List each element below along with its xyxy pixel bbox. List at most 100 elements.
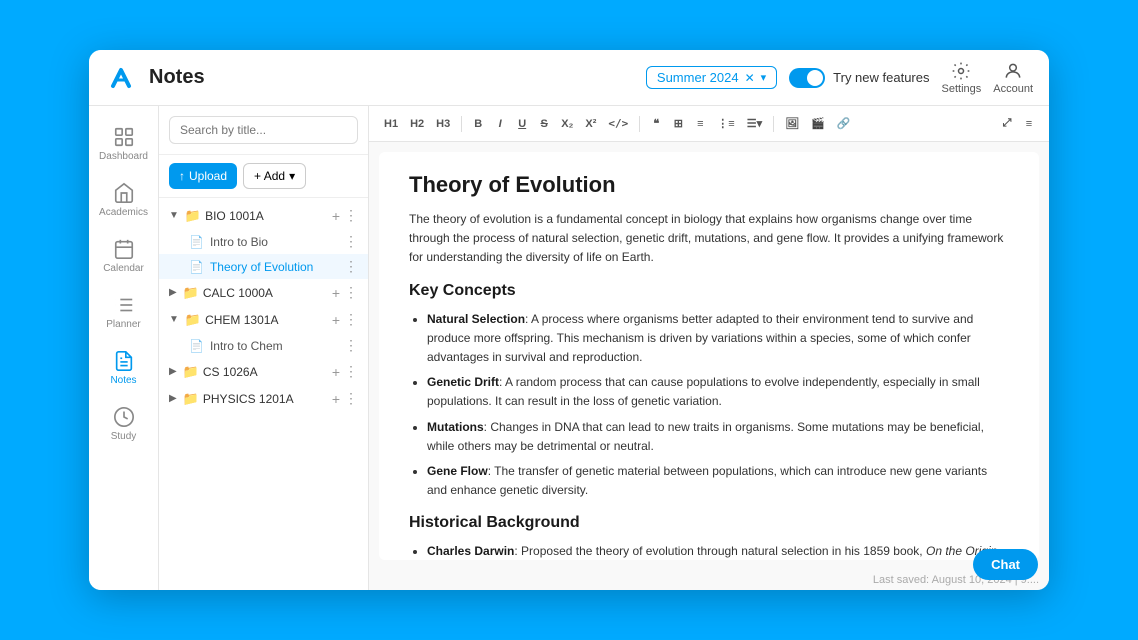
editor-area: H1 H2 H3 B I U S X₂ X² </> ❝ ⊞ ≡ ⋮≡ ☰▾ 🖼… (369, 106, 1049, 590)
folder-dots-icon[interactable]: ⋮ (344, 363, 358, 380)
toolbar-bullet-list-button[interactable]: ≡ (690, 115, 710, 133)
note-label: Intro to Bio (210, 235, 338, 249)
toolbar-image-button[interactable]: 🖼 (780, 114, 804, 133)
toolbar-align-button[interactable]: ☰▾ (742, 114, 767, 133)
toolbar-divider-2 (639, 116, 640, 132)
list-item: Charles Darwin: Proposed the theory of e… (427, 542, 1009, 560)
folder-dots-icon[interactable]: ⋮ (344, 311, 358, 328)
editor-content[interactable]: Theory of Evolution The theory of evolut… (379, 152, 1039, 560)
toolbar-divider-1 (461, 116, 462, 132)
semester-chevron-icon[interactable]: ▾ (761, 71, 767, 84)
folder-label: PHYSICS 1201A (203, 392, 328, 406)
settings-label: Settings (942, 83, 982, 95)
folder-icon: 📁 (185, 208, 201, 224)
toolbar-italic-button[interactable]: I (490, 115, 510, 133)
toolbar-fullscreen-button[interactable]: ⤢ (997, 114, 1017, 133)
notes-tree: ▼ 📁 BIO 1001A + ⋮ 📄 Intro to Bio ⋮ 📄 The… (159, 198, 368, 590)
toolbar-h3-button[interactable]: H3 (431, 115, 455, 133)
toolbar-ordered-list-button[interactable]: ⋮≡ (712, 114, 739, 133)
toolbar-divider-3 (773, 116, 774, 132)
toolbar-superscript-button[interactable]: X² (580, 115, 601, 133)
term-mutations: Mutations (427, 420, 484, 434)
semester-close-icon[interactable]: ✕ (745, 71, 755, 85)
sidebar-item-calendar[interactable]: Calendar (94, 230, 154, 282)
editor-toolbar: H1 H2 H3 B I U S X₂ X² </> ❝ ⊞ ≡ ⋮≡ ☰▾ 🖼… (369, 106, 1049, 142)
folder-chem1301a[interactable]: ▼ 📁 CHEM 1301A + ⋮ (159, 306, 368, 333)
folder-calc1000a[interactable]: ▶ 📁 CALC 1000A + ⋮ (159, 279, 368, 306)
sidebar-item-dashboard[interactable]: Dashboard (94, 118, 154, 170)
toolbar-underline-button[interactable]: U (512, 115, 532, 133)
folder-bio1001a[interactable]: ▼ 📁 BIO 1001A + ⋮ (159, 202, 368, 229)
note-intro-bio[interactable]: 📄 Intro to Bio ⋮ (159, 229, 368, 254)
upload-label: Upload (189, 169, 227, 183)
folder-dots-icon[interactable]: ⋮ (344, 284, 358, 301)
toolbar-more-button[interactable]: ≡ (1019, 115, 1039, 133)
toolbar-h1-button[interactable]: H1 (379, 115, 403, 133)
logo (105, 62, 137, 94)
list-item: Natural Selection: A process where organ… (427, 310, 1009, 368)
folder-label: CALC 1000A (203, 286, 328, 300)
folder-dots-icon[interactable]: ⋮ (344, 207, 358, 224)
key-concepts-list: Natural Selection: A process where organ… (409, 310, 1009, 501)
toggle-switch[interactable] (789, 68, 825, 88)
toolbar-code-button[interactable]: </> (603, 114, 633, 133)
sidebar-item-academics[interactable]: Academics (94, 174, 154, 226)
sidebar-item-planner[interactable]: Planner (94, 286, 154, 338)
toggle-wrap: Try new features (789, 68, 929, 88)
toolbar-h2-button[interactable]: H2 (405, 115, 429, 133)
settings-button[interactable]: Settings (942, 61, 982, 95)
toolbar-blockquote-button[interactable]: ❝ (646, 114, 666, 133)
folder-add-icon[interactable]: + (332, 391, 340, 407)
toolbar-code-block-button[interactable]: ⊞ (668, 114, 688, 133)
term-natural-selection: Natural Selection (427, 312, 525, 326)
chevron-down-icon: ▼ (169, 210, 179, 221)
note-intro-chem[interactable]: 📄 Intro to Chem ⋮ (159, 333, 368, 358)
list-item: Gene Flow: The transfer of genetic mater… (427, 462, 1009, 500)
note-label: Theory of Evolution (210, 260, 338, 274)
chevron-right-icon: ▶ (169, 366, 177, 377)
doc-icon: 📄 (189, 260, 204, 274)
toolbar-video-button[interactable]: 🎬 (806, 114, 830, 133)
sidebar-item-study[interactable]: Study (94, 398, 154, 450)
semester-badge[interactable]: Summer 2024 ✕ ▾ (646, 66, 777, 89)
chat-button[interactable]: Chat (973, 549, 1038, 580)
folder-cs1026a[interactable]: ▶ 📁 CS 1026A + ⋮ (159, 358, 368, 385)
editor-section-key-concepts: Key Concepts (409, 282, 1009, 300)
folder-icon: 📁 (185, 312, 201, 328)
folder-add-icon[interactable]: + (332, 312, 340, 328)
folder-icon: 📁 (183, 364, 199, 380)
account-button[interactable]: Account (993, 61, 1033, 95)
chevron-right-icon: ▶ (169, 393, 177, 404)
toolbar-subscript-button[interactable]: X₂ (556, 115, 578, 133)
note-menu-icon[interactable]: ⋮ (344, 337, 358, 354)
folder-dots-icon[interactable]: ⋮ (344, 390, 358, 407)
chevron-down-icon: ▼ (169, 314, 179, 325)
upload-button[interactable]: ↑ Upload (169, 163, 237, 189)
note-menu-icon[interactable]: ⋮ (344, 233, 358, 250)
sidebar-item-notes[interactable]: Notes (94, 342, 154, 394)
editor-intro: The theory of evolution is a fundamental… (409, 210, 1009, 268)
doc-icon: 📄 (189, 235, 204, 249)
sidebar-calendar-label: Calendar (103, 263, 144, 274)
toolbar-link-button[interactable]: 🔗 (832, 114, 856, 133)
account-label: Account (993, 83, 1033, 95)
main-layout: Dashboard Academics Calendar (89, 106, 1049, 590)
folder-physics1201a[interactable]: ▶ 📁 PHYSICS 1201A + ⋮ (159, 385, 368, 412)
sidebar-study-label: Study (111, 431, 137, 442)
upload-icon: ↑ (179, 169, 185, 183)
page-title: Notes (149, 66, 205, 89)
add-label: + Add (254, 169, 285, 183)
historical-list: Charles Darwin: Proposed the theory of e… (409, 542, 1009, 560)
note-menu-icon[interactable]: ⋮ (344, 258, 358, 275)
toolbar-bold-button[interactable]: B (468, 115, 488, 133)
sidebar-dashboard-label: Dashboard (99, 151, 148, 162)
folder-add-icon[interactable]: + (332, 364, 340, 380)
folder-add-icon[interactable]: + (332, 285, 340, 301)
folder-add-icon[interactable]: + (332, 208, 340, 224)
add-button[interactable]: + Add ▾ (243, 163, 306, 189)
editor-footer: Last saved: August 10, 2024 | 9:... (369, 570, 1049, 590)
note-theory-evolution[interactable]: 📄 Theory of Evolution ⋮ (159, 254, 368, 279)
toolbar-strikethrough-button[interactable]: S (534, 115, 554, 133)
folder-label: CHEM 1301A (205, 313, 328, 327)
search-input[interactable] (169, 116, 358, 144)
